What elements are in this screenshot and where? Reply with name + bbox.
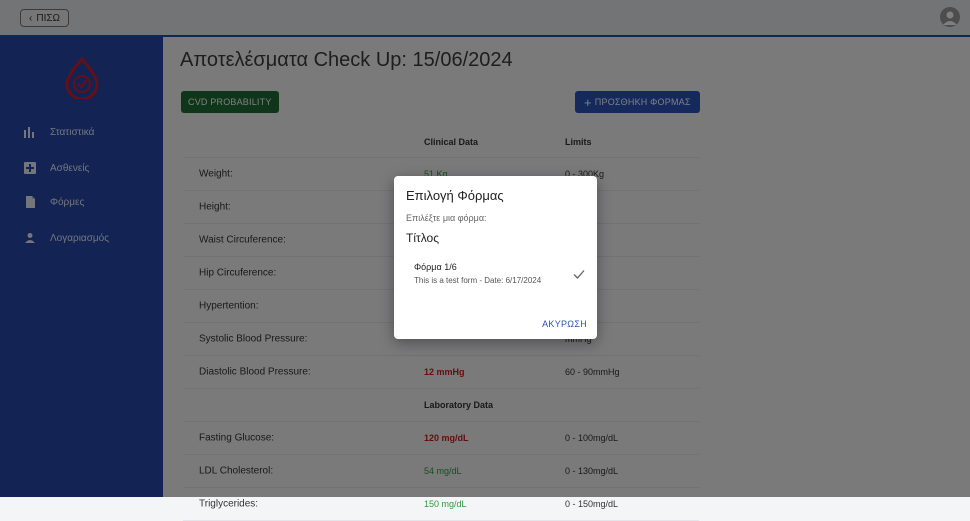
row-name: Triglycerides: xyxy=(199,498,259,510)
cancel-button[interactable]: ΑΚΥΡΩΣΗ xyxy=(542,319,587,329)
checkmark-icon xyxy=(573,270,585,279)
row-limits: 0 - 150mg/dL xyxy=(565,499,619,509)
form-option-description: This is a test form - Date: 6/17/2024 xyxy=(414,276,542,285)
dialog-subtitle: Επιλέξτε μια φόρμα: xyxy=(406,213,487,223)
row-value: 150 mg/dL xyxy=(424,499,467,509)
select-form-dialog: Επιλογή Φόρμας Επιλέξτε μια φόρμα: Τίτλο… xyxy=(394,176,597,339)
dialog-list-header: Τίτλος xyxy=(406,231,440,245)
form-option-title: Φόρμα 1/6 xyxy=(414,262,457,272)
dialog-title: Επιλογή Φόρμας xyxy=(406,188,504,203)
form-option[interactable]: Φόρμα 1/6 This is a test form - Date: 6/… xyxy=(406,260,586,290)
